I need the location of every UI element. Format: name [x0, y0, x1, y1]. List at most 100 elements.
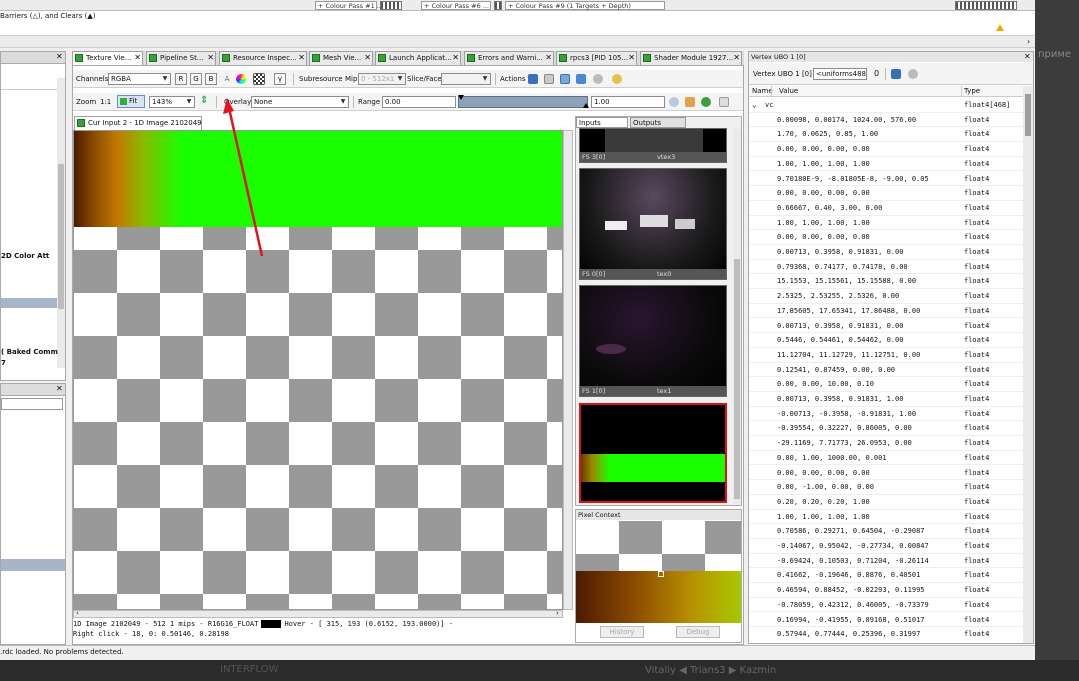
flip-icon[interactable]: ⇕: [200, 95, 208, 106]
event-timeline[interactable]: + Colour Pass #1 ... + Colour Pass #6 ..…: [0, 0, 1035, 11]
outputs-tab[interactable]: Outputs: [630, 117, 686, 128]
tab-texture-viewer[interactable]: Texture Vie... ✕: [72, 51, 143, 65]
save-icon[interactable]: [528, 74, 538, 84]
table-row[interactable]: 1.00, 1.00, 1.00, 1.00 float4: [749, 216, 1023, 231]
table-row[interactable]: 0.57944, 0.77444, 0.25396, 0.31997 float4: [749, 627, 1023, 638]
list-item[interactable]: 2D Color Att: [1, 252, 49, 260]
settings-icon[interactable]: [612, 74, 622, 84]
chevron-right-icon[interactable]: ›: [1027, 37, 1030, 46]
grid-icon[interactable]: [576, 74, 586, 84]
open-icon[interactable]: [560, 74, 570, 84]
buffer-index[interactable]: 0: [874, 68, 879, 80]
expand-chevron-icon[interactable]: ⌄: [752, 98, 757, 113]
close-icon[interactable]: ✕: [628, 52, 635, 64]
table-row[interactable]: -0.39554, 0.32227, 0.86005, 0.00 float4: [749, 421, 1023, 437]
table-row[interactable]: -0.69424, 0.10503, 0.71204, -0.26114 floa…: [749, 554, 1023, 569]
table-row[interactable]: 0.46594, 0.88452, -0.02293, 0.11995 float…: [749, 583, 1023, 598]
close-icon[interactable]: ✕: [733, 52, 740, 64]
slice-face-select[interactable]: ▼: [441, 73, 491, 85]
histogram-icon[interactable]: [719, 97, 729, 107]
tab-errors-warnings[interactable]: Errors and Warni... ✕: [464, 51, 554, 65]
table-row[interactable]: 0.00713, 0.3958, 0.91831, 0.00 float4: [749, 319, 1023, 334]
texture-canvas[interactable]: [73, 130, 563, 610]
table-row[interactable]: 0.00713, 0.3958, 0.91831, 0.00 float4: [749, 245, 1023, 260]
list-item[interactable]: 7: [1, 359, 6, 367]
thumbnail-tex0[interactable]: FS 0[0] tex0: [579, 168, 727, 280]
table-row[interactable]: 9.70180E-9, -8.01805E-8, -9.00, 0.05 floa…: [749, 172, 1023, 187]
table-row[interactable]: 1.70, 0.0625, 0.85, 1.00 float4: [749, 127, 1023, 143]
gamma-toggle[interactable]: γ: [274, 73, 286, 85]
selected-list-item[interactable]: [1, 298, 57, 308]
checkerboard-icon[interactable]: [253, 73, 265, 85]
scrollbar-thumb[interactable]: [1025, 94, 1031, 136]
debug-button[interactable]: Debug: [676, 626, 720, 638]
close-icon[interactable]: ✕: [56, 52, 63, 61]
fit-button[interactable]: Fit: [117, 95, 145, 108]
close-icon[interactable]: ✕: [207, 52, 214, 64]
zoom-select[interactable]: 143% ▼: [149, 96, 195, 108]
channels-select[interactable]: RGBA ▼: [108, 73, 171, 85]
blue-channel-toggle[interactable]: B: [205, 73, 217, 85]
table-row[interactable]: 0.66667, 0.40, 3.00, 0.00 float4: [749, 201, 1023, 216]
vertical-scrollbar[interactable]: [57, 78, 65, 368]
table-row[interactable]: 17.85605, 17.65341, 17.86488, 0.00 float4: [749, 304, 1023, 319]
table-row[interactable]: 0.00, -1.00, 0.00, 0.00 float4: [749, 480, 1023, 495]
save-icon[interactable]: [891, 69, 901, 79]
tab-rpcs3-capture[interactable]: rpcs3 [PID 105... ✕: [556, 51, 637, 65]
copy-icon[interactable]: [544, 74, 554, 84]
table-row[interactable]: 0.00098, 0.00174, 1024.00, 576.00 float4: [749, 113, 1023, 128]
reset-range-icon[interactable]: [701, 97, 711, 107]
mip-select[interactable]: 0 - 512x1 ▼: [358, 73, 406, 85]
thumbnail-current-input[interactable]: [579, 403, 727, 503]
red-channel-toggle[interactable]: R: [175, 73, 187, 85]
auto-fit-icon[interactable]: [685, 97, 695, 107]
close-icon[interactable]: ✕: [452, 52, 459, 64]
table-row[interactable]: -0.78059, 0.42312, 0.46005, -0.73379 floa…: [749, 598, 1023, 613]
tab-resource-inspector[interactable]: Resource Inspec... ✕: [219, 51, 307, 65]
colour-pass-chip[interactable]: + Colour Pass #6 ...: [421, 1, 491, 10]
vertical-scrollbar[interactable]: [1023, 86, 1033, 643]
alpha-channel-toggle[interactable]: A: [221, 73, 233, 85]
table-row[interactable]: 0.00713, 0.3958, 0.91831, 1.00 float4: [749, 392, 1023, 407]
chevron-left-icon[interactable]: ‹: [76, 609, 79, 617]
type-column-header[interactable]: Type: [964, 86, 980, 97]
tab-mesh-viewer[interactable]: Mesh Vie... ✕: [309, 51, 373, 65]
texture-subtab[interactable]: Cur Input 2 - 1D Image 2102049: [74, 116, 202, 130]
zoom-range-icon[interactable]: [669, 97, 679, 107]
table-row[interactable]: -0.00713, -0.3958, -0.91831, 1.00 float4: [749, 407, 1023, 422]
history-button[interactable]: History: [600, 626, 644, 638]
table-row[interactable]: 11.12704, 11.12729, 11.12751, 0.00 float4: [749, 348, 1023, 363]
table-row[interactable]: 0.00, 0.00, 0.00, 0.00 float4: [749, 186, 1023, 201]
table-row[interactable]: 0.16994, -0.41955, 0.89168, 0.51017 float…: [749, 613, 1023, 628]
table-row[interactable]: 1.00, 1.00, 1.00, 1.00 float4: [749, 157, 1023, 172]
table-row[interactable]: 0.79368, 0.74177, 0.74178, 0.00 float4: [749, 260, 1023, 275]
horizontal-scrollbar[interactable]: ‹ ›: [73, 609, 563, 618]
table-row[interactable]: 1.00, 1.00, 1.00, 1.00 float4: [749, 510, 1023, 525]
chevron-right-icon[interactable]: ›: [556, 609, 559, 617]
close-icon[interactable]: ✕: [134, 52, 141, 64]
table-row[interactable]: 0.00, 0.00, 0.00, 0.00 float4: [749, 142, 1023, 157]
horizontal-scrollbar[interactable]: ›: [0, 36, 1035, 48]
vertical-scrollbar[interactable]: [563, 130, 573, 610]
vertical-scrollbar[interactable]: [733, 129, 741, 505]
filter-input[interactable]: [1, 398, 63, 410]
table-row[interactable]: 0.70586, 0.29271, 0.64504, -0.29087 float…: [749, 524, 1023, 539]
range-slider[interactable]: [458, 95, 589, 108]
uniforms-select[interactable]: <uniforms488>: [813, 68, 867, 80]
table-row[interactable]: 0.00, 0.00, 10.00, 0.10 float4: [749, 377, 1023, 392]
thumbnail-tex1[interactable]: FS 1[0] tex1: [579, 285, 727, 397]
table-row[interactable]: 0.00, 0.00, 0.00, 0.00 float4: [749, 466, 1023, 481]
thumbnail-vtex3[interactable]: FS 3[0] vtex3: [579, 128, 727, 163]
table-row[interactable]: 15.1553, 15.15561, 15.15588, 0.00 float4: [749, 274, 1023, 290]
table-row[interactable]: 2.5325, 2.53255, 2.5326, 0.00 float4: [749, 289, 1023, 304]
pixel-context-image[interactable]: [576, 571, 741, 623]
table-row[interactable]: 0.00, 1.00, 1000.00, 0.001 float4: [749, 451, 1023, 466]
range-handle-max[interactable]: [583, 103, 589, 108]
colour-pass-chip[interactable]: + Colour Pass #1 ...: [315, 1, 383, 10]
range-max-input[interactable]: 1.00: [591, 96, 665, 108]
link-icon[interactable]: [593, 74, 603, 84]
green-channel-toggle[interactable]: G: [190, 73, 202, 85]
close-icon[interactable]: ✕: [298, 52, 305, 64]
table-row[interactable]: ⌄ vc float4[468]: [749, 98, 1023, 113]
table-row[interactable]: 0.41662, -0.19646, 0.8876, 0.40501 float4: [749, 568, 1023, 584]
